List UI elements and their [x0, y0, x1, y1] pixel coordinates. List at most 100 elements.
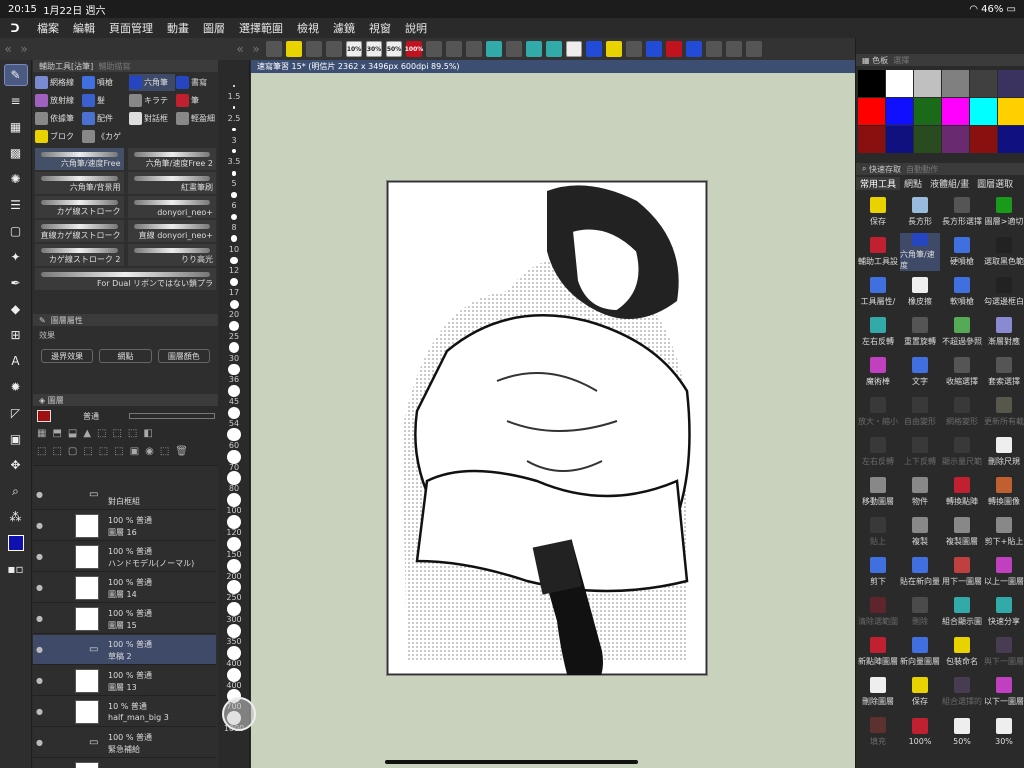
brush-size-label[interactable]: 60: [222, 441, 246, 450]
brush-size-label[interactable]: 350: [222, 637, 246, 646]
quick-access-item[interactable]: 100%: [900, 713, 940, 751]
brush-size-label[interactable]: 300: [222, 615, 246, 624]
quick-access-item[interactable]: 左右反轉: [858, 313, 898, 351]
quick-access-item[interactable]: 重置旋轉: [900, 313, 940, 351]
command-button-0[interactable]: [266, 41, 282, 57]
command-button-24[interactable]: [746, 41, 762, 57]
color-swatch[interactable]: [970, 98, 997, 125]
canvas-document[interactable]: [385, 179, 709, 691]
command-button-22[interactable]: [706, 41, 722, 57]
color-swatch[interactable]: [886, 126, 913, 153]
layer-row[interactable]: ● 100 % 普通 ハンドモデル(ノーマル): [33, 542, 216, 572]
brush-size-label[interactable]: 150: [222, 550, 246, 559]
quick-access-item[interactable]: 組合選擇的: [942, 673, 982, 711]
subtool-title[interactable]: 輔助工具[沾筆]: [39, 61, 93, 72]
quick-access-item[interactable]: 用下一圖層: [942, 553, 982, 591]
command-button-11[interactable]: [486, 41, 502, 57]
layer-color-swatch[interactable]: [37, 410, 51, 422]
brush-size-label[interactable]: 10: [222, 245, 246, 254]
shade-tool-icon[interactable]: ▩: [4, 142, 28, 164]
brush-size-label[interactable]: 200: [222, 572, 246, 581]
command-button-2[interactable]: [306, 41, 322, 57]
color-swatch[interactable]: [914, 126, 941, 153]
color-swatch[interactable]: [858, 98, 885, 125]
sparkle-tool-icon[interactable]: ✦: [4, 246, 28, 268]
quick-access-item[interactable]: 上下反轉: [900, 433, 940, 471]
subtool-item[interactable]: 書寫: [176, 74, 222, 91]
command-button-16[interactable]: [586, 41, 602, 57]
command-button-13[interactable]: [526, 41, 542, 57]
quick-access-item[interactable]: 文字: [900, 353, 940, 391]
quick-access-item[interactable]: 新向量圖層: [900, 633, 940, 671]
brush-size-label[interactable]: 2.5: [222, 114, 246, 123]
subtool-item[interactable]: ブロク: [35, 128, 81, 145]
color-swatch[interactable]: [970, 126, 997, 153]
brush-size-dot[interactable]: [227, 515, 241, 529]
brush-size-label[interactable]: 5: [222, 179, 246, 188]
brush-size-dot[interactable]: [230, 235, 238, 243]
brush-size-dot[interactable]: [231, 192, 237, 198]
command-button-3[interactable]: [326, 41, 342, 57]
brush-size-dot[interactable]: [228, 385, 240, 398]
brush-item[interactable]: donyori_neo+: [127, 196, 216, 218]
command-button-21[interactable]: [686, 41, 702, 57]
quick-access-item[interactable]: 軟噴槍: [942, 273, 982, 311]
layer-row[interactable]: ● 100 % 普通 圖層 13: [33, 666, 216, 696]
quick-tab[interactable]: 網點: [900, 177, 926, 190]
brush-item[interactable]: 紅畫筆刷: [127, 172, 216, 194]
quick-access-item[interactable]: 刪除尺規: [984, 433, 1024, 471]
quick-access-item[interactable]: 套索選擇: [984, 353, 1024, 391]
quick-access-item[interactable]: 左右反轉: [858, 433, 898, 471]
command-button-23[interactable]: [726, 41, 742, 57]
gpen-tool-icon[interactable]: ✒: [4, 272, 28, 294]
layer-row[interactable]: ● 100 % 普通 圖層 15: [33, 604, 216, 634]
tone-effect-button[interactable]: 網點: [99, 349, 152, 363]
layer-row[interactable]: ● ▭ 100 % 普通 草稿 2: [33, 635, 216, 665]
brush-size-dot[interactable]: [229, 299, 239, 309]
brush-size-label[interactable]: 20: [222, 310, 246, 319]
quick-access-item[interactable]: 工具屬性/: [858, 273, 898, 311]
subtool-item[interactable]: 依據筆: [35, 110, 81, 127]
layer-row[interactable]: ● 10 % 普通 half_man_big 3: [33, 697, 216, 727]
brush-size-dot[interactable]: [228, 363, 240, 375]
quick-access-item[interactable]: 選取黑色範: [984, 233, 1024, 271]
quick-access-item[interactable]: 保存: [858, 193, 898, 231]
quick-access-item[interactable]: 清除選範圍: [858, 593, 898, 631]
brush-size-dot[interactable]: [231, 170, 237, 176]
quick-access-item[interactable]: 新點陣圖層: [858, 633, 898, 671]
quick-access-item[interactable]: 組合顯示圖: [942, 593, 982, 631]
quick-access-item[interactable]: 填充: [858, 713, 898, 751]
quick-access-title[interactable]: 快速存取: [869, 164, 901, 175]
quick-access-item[interactable]: 橡皮擦: [900, 273, 940, 311]
quick-access-item[interactable]: 網格變形: [942, 393, 982, 431]
menu-edit[interactable]: 編輯: [66, 20, 102, 36]
brush-size-label[interactable]: 12: [222, 266, 246, 275]
command-button-20[interactable]: [666, 41, 682, 57]
eye-icon[interactable]: ●: [36, 490, 46, 499]
layer-properties-title[interactable]: 圖層屬性: [51, 315, 83, 326]
layer-row[interactable]: ●紙張: [33, 759, 216, 768]
brush-size-label[interactable]: 70: [222, 463, 246, 472]
brush-size-dot[interactable]: [227, 558, 241, 573]
menu-help[interactable]: 說明: [398, 20, 434, 36]
quick-access-item[interactable]: 魔術棒: [858, 353, 898, 391]
brush-size-label[interactable]: 80: [222, 484, 246, 493]
quick-access-item[interactable]: 50%: [942, 713, 982, 751]
ruler-tool-icon[interactable]: ⊞: [4, 324, 28, 346]
app-logo-icon[interactable]: ᑐ: [0, 22, 30, 35]
menu-window[interactable]: 視窗: [362, 20, 398, 36]
command-button-5[interactable]: 30%: [366, 41, 382, 57]
quick-access-item[interactable]: 快速分享: [984, 593, 1024, 631]
brush-item[interactable]: 直線カゲ線ストローク: [35, 220, 124, 242]
quick-access-item[interactable]: 長方形選擇: [942, 193, 982, 231]
color-swatch[interactable]: [998, 98, 1024, 125]
brush-size-label[interactable]: 400: [222, 681, 246, 690]
brush-size-label[interactable]: 45: [222, 397, 246, 406]
quick-access-item[interactable]: 更新所有載: [984, 393, 1024, 431]
layer-row[interactable]: ● 100 % 普通 圖層 16: [33, 511, 216, 541]
menu-selection[interactable]: 選擇範圍: [232, 20, 290, 36]
command-button-9[interactable]: [446, 41, 462, 57]
airbrush-tool-icon[interactable]: ✺: [4, 168, 28, 190]
command-button-14[interactable]: [546, 41, 562, 57]
magic-tool-icon[interactable]: ⁂: [4, 506, 28, 528]
